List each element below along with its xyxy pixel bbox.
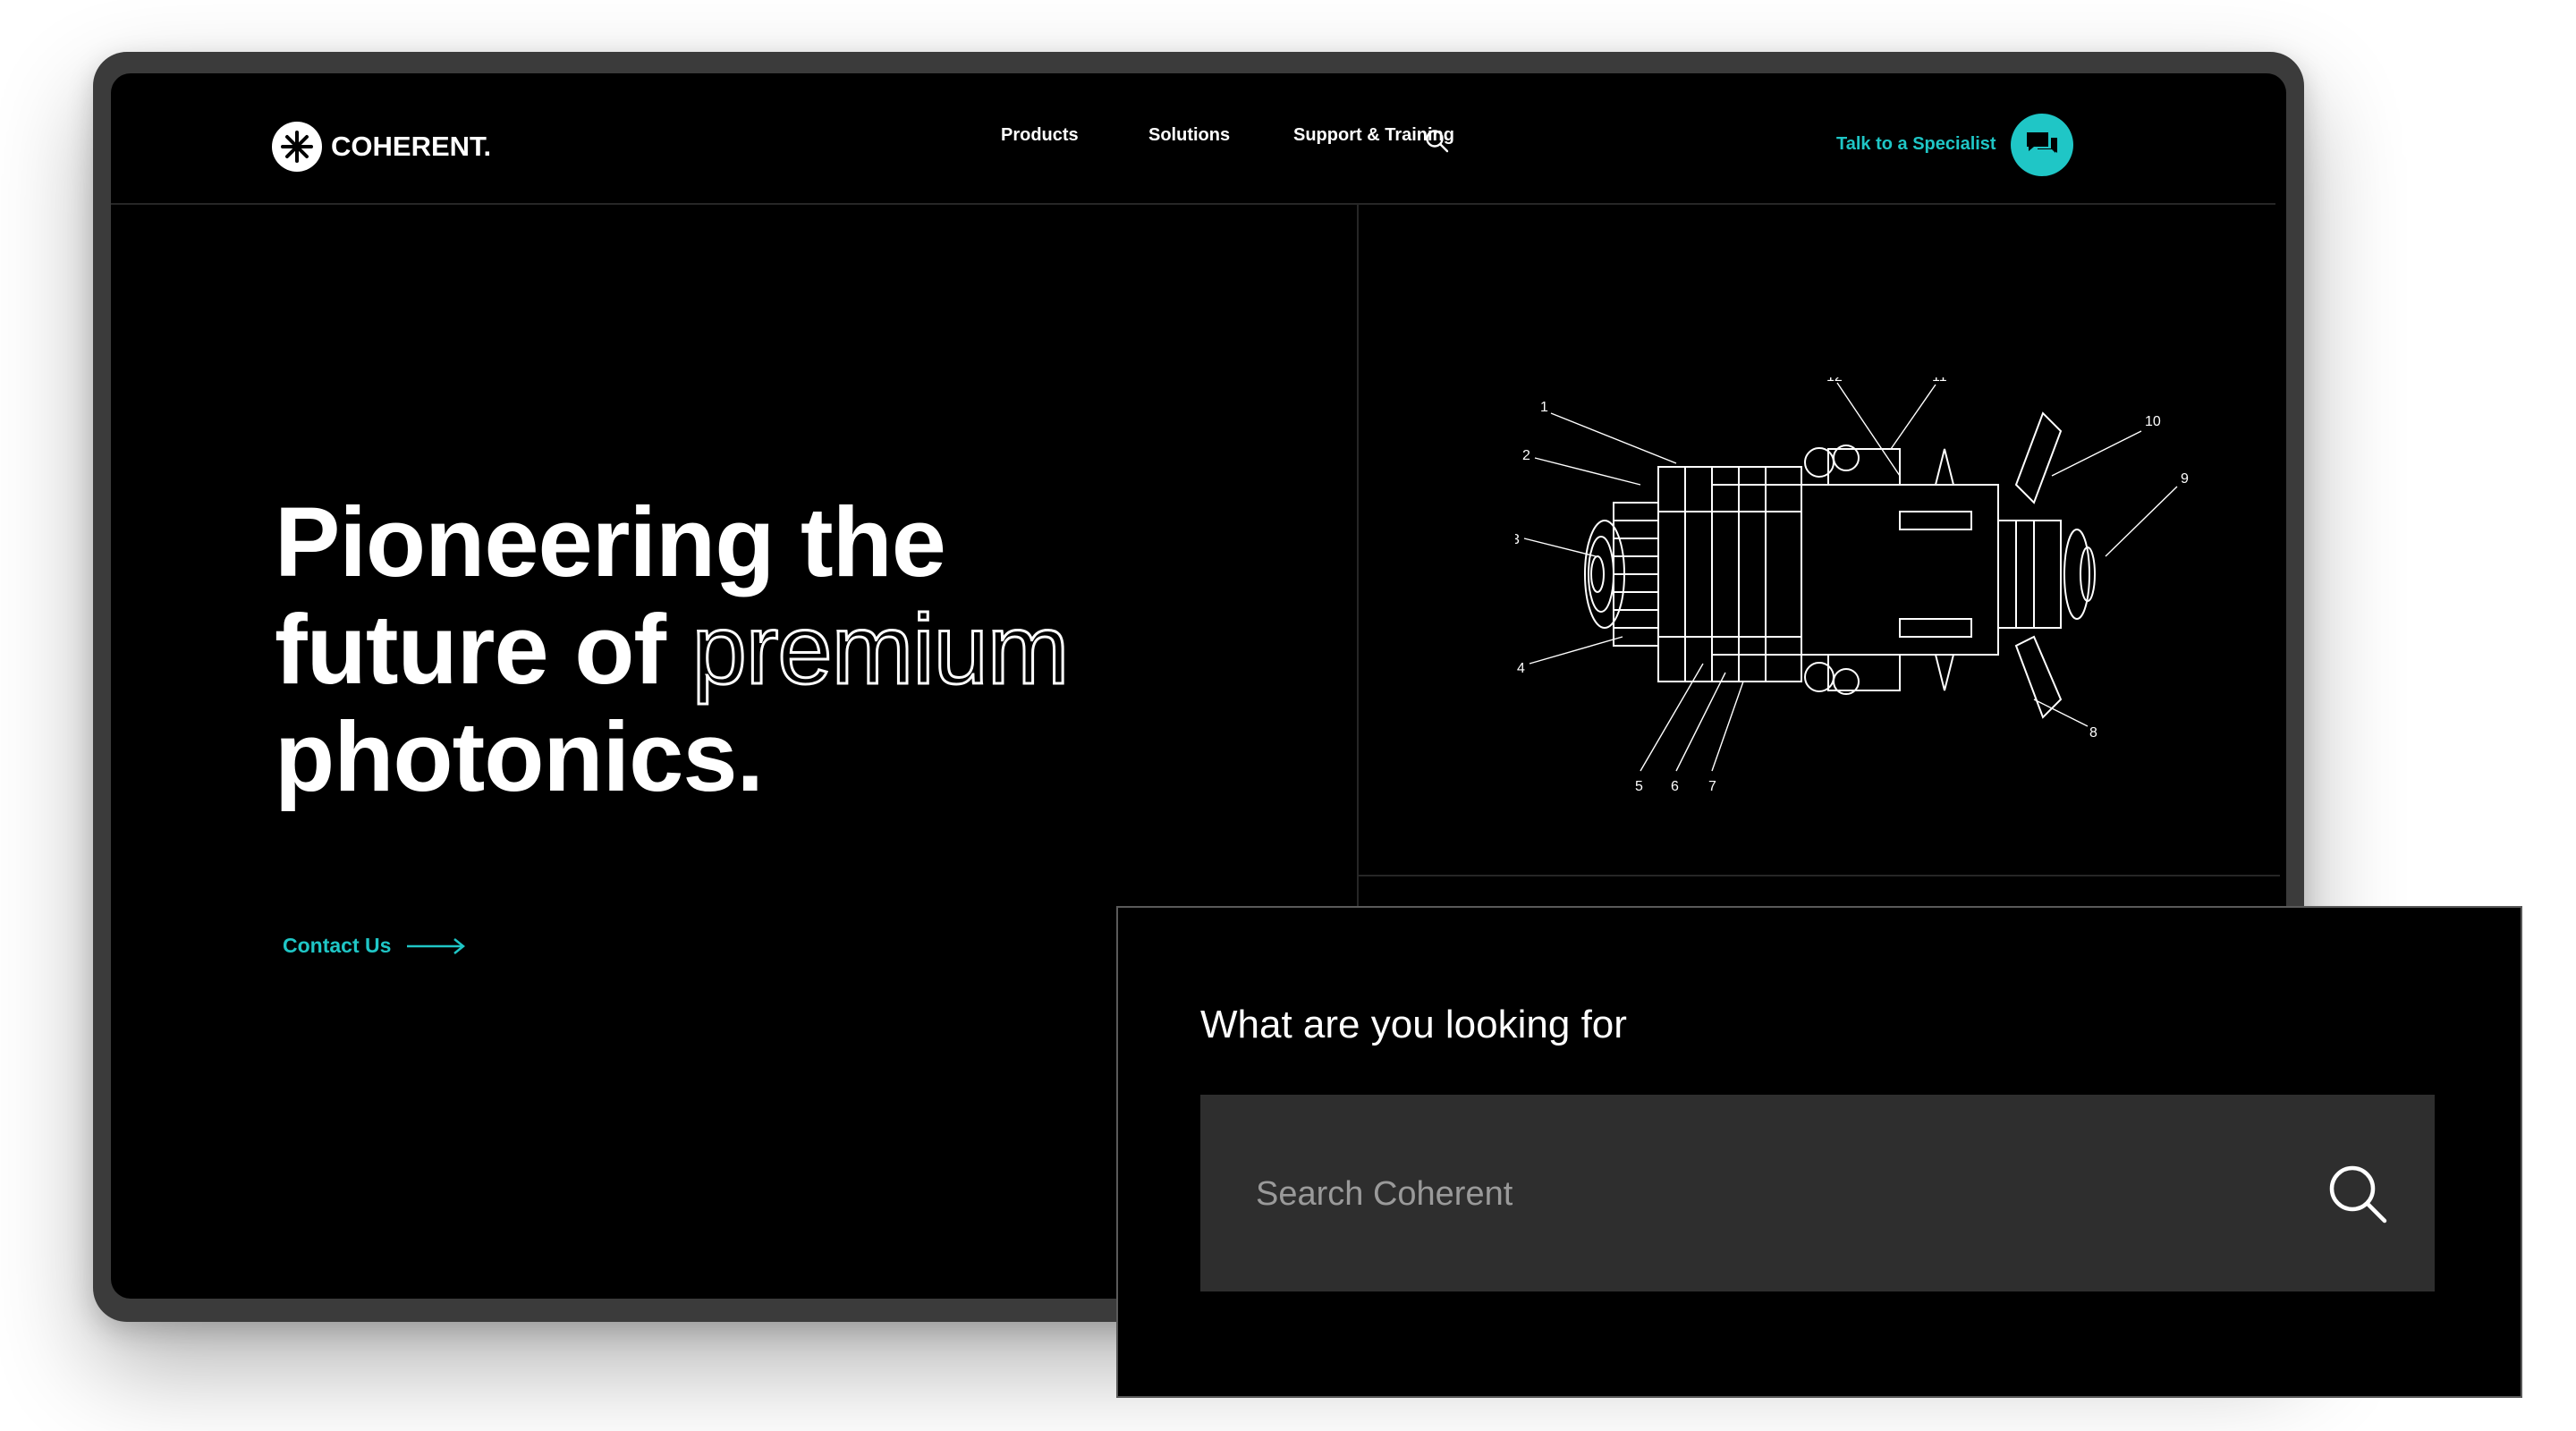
search-icon[interactable] bbox=[2326, 1162, 2390, 1226]
hero-heading: Pioneering the future of premium photoni… bbox=[275, 487, 1071, 812]
nav-solutions[interactable]: Solutions bbox=[1148, 125, 1230, 146]
callout-label: 2 bbox=[1522, 448, 1530, 463]
callout-label: 1 bbox=[1540, 400, 1548, 415]
search-box[interactable] bbox=[1200, 1095, 2435, 1291]
hero-line-2-plain: future of bbox=[275, 595, 692, 705]
contact-us-link[interactable]: Contact Us bbox=[283, 934, 466, 958]
callout-label: 8 bbox=[2089, 725, 2097, 741]
site-header: COHERENT. Products Solutions Support & T… bbox=[111, 73, 2286, 203]
callout-label: 6 bbox=[1671, 779, 1679, 794]
contact-us-label: Contact Us bbox=[283, 934, 392, 957]
talk-to-specialist-link[interactable]: Talk to a Specialist bbox=[1836, 134, 1996, 155]
callout-label: 9 bbox=[2181, 471, 2189, 487]
hero-line-1: Pioneering the bbox=[275, 487, 946, 597]
hero-outline-word: premium bbox=[691, 595, 1071, 705]
search-overlay-panel: What are you looking for bbox=[1116, 906, 2522, 1398]
callout-label: 11 bbox=[1932, 377, 1947, 385]
chat-button[interactable] bbox=[2011, 114, 2073, 176]
callout-label: 5 bbox=[1635, 779, 1643, 794]
callout-label: 3 bbox=[1515, 532, 1520, 547]
callout-label: 10 bbox=[2145, 414, 2161, 429]
hero-line-3: photonics. bbox=[275, 702, 764, 812]
callout-label: 12 bbox=[1826, 377, 1843, 385]
search-icon[interactable] bbox=[1425, 129, 1450, 154]
callout-label: 7 bbox=[1708, 779, 1716, 794]
hero-line-2: future of premium bbox=[275, 595, 1071, 705]
coherent-logo-mark-icon bbox=[272, 122, 322, 172]
header-divider bbox=[111, 203, 2275, 205]
coherent-logo[interactable]: COHERENT. bbox=[272, 120, 491, 174]
search-input[interactable] bbox=[1254, 1148, 2241, 1240]
coherent-logo-text: COHERENT. bbox=[331, 131, 492, 162]
satellite-blueprint-diagram: 1 2 3 4 5 6 7 8 9 10 11 12 bbox=[1515, 377, 2189, 794]
chat-icon bbox=[2027, 132, 2057, 153]
nav-products[interactable]: Products bbox=[1001, 125, 1079, 146]
search-panel-title: What are you looking for bbox=[1200, 1003, 1627, 1046]
callout-label: 4 bbox=[1517, 661, 1525, 676]
arrow-right-icon bbox=[407, 937, 466, 954]
image-bottom-divider bbox=[1359, 875, 2280, 876]
